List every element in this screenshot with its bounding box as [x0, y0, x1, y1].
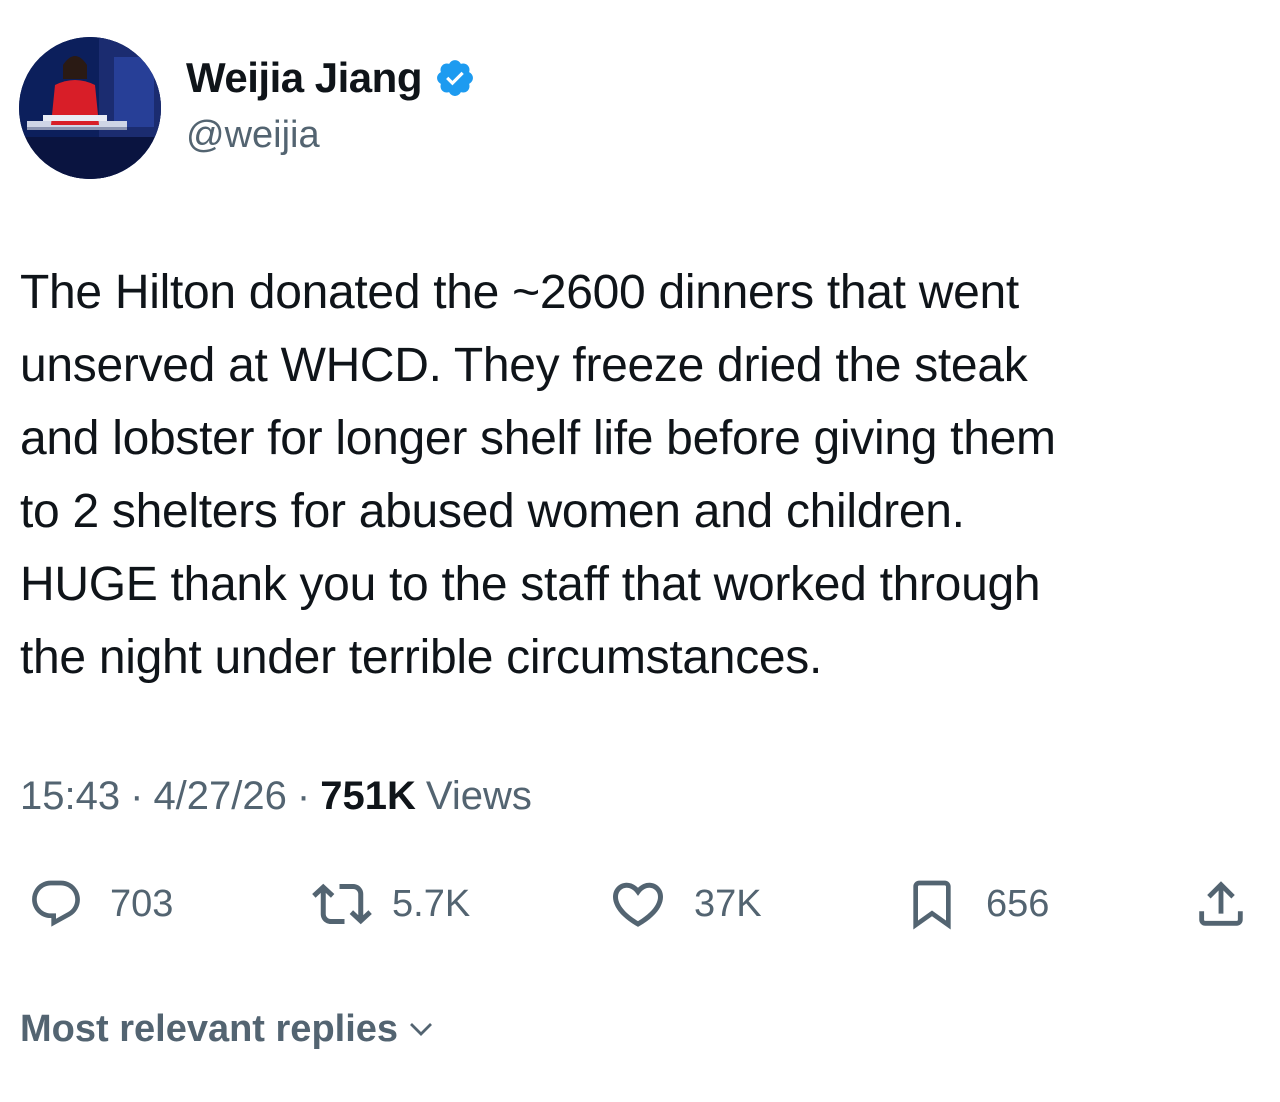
heart-icon — [612, 882, 664, 927]
retweet-icon — [312, 883, 372, 925]
tweet-text: The Hilton donated the ~2600 dinners tha… — [20, 266, 1056, 684]
replies-sort-label: Most relevant replies — [20, 1007, 399, 1050]
reply-count: 703 — [110, 882, 174, 925]
meta-separator: · — [130, 774, 144, 818]
verified-badge-icon — [437, 60, 473, 96]
bookmark-icon — [913, 880, 951, 930]
share-button[interactable] — [1192, 872, 1250, 936]
retweet-count: 5.7K — [392, 882, 471, 925]
author-handle[interactable]: @weijia — [186, 114, 320, 157]
meta-separator: · — [296, 774, 311, 818]
action-bar: 703 5.7K 37K 656 — [20, 872, 1260, 936]
reply-icon — [32, 880, 80, 927]
like-button[interactable]: 37K — [608, 872, 762, 936]
tweet-date[interactable]: 4/27/26 — [153, 774, 286, 819]
bookmark-button[interactable]: 656 — [904, 872, 1049, 936]
author-name-row: Weijia Jiang — [186, 52, 476, 104]
profile-photo — [19, 37, 161, 179]
views-label[interactable]: Views — [426, 774, 532, 819]
replies-sort-dropdown[interactable]: Most relevant replies — [20, 1004, 436, 1054]
reply-button[interactable]: 703 — [28, 872, 173, 936]
chevron-down-icon — [410, 1023, 433, 1036]
views-count[interactable]: 751K — [320, 774, 416, 819]
share-icon — [1199, 881, 1243, 926]
bookmark-count: 656 — [986, 882, 1050, 925]
author-display-name[interactable]: Weijia Jiang — [186, 54, 422, 102]
tweet-meta: 15:43 · 4/27/26 · 751K Views — [20, 774, 532, 819]
tweet-time[interactable]: 15:43 — [20, 774, 120, 819]
retweet-button[interactable]: 5.7K — [312, 872, 470, 936]
avatar[interactable] — [19, 37, 161, 179]
like-count: 37K — [694, 882, 762, 925]
